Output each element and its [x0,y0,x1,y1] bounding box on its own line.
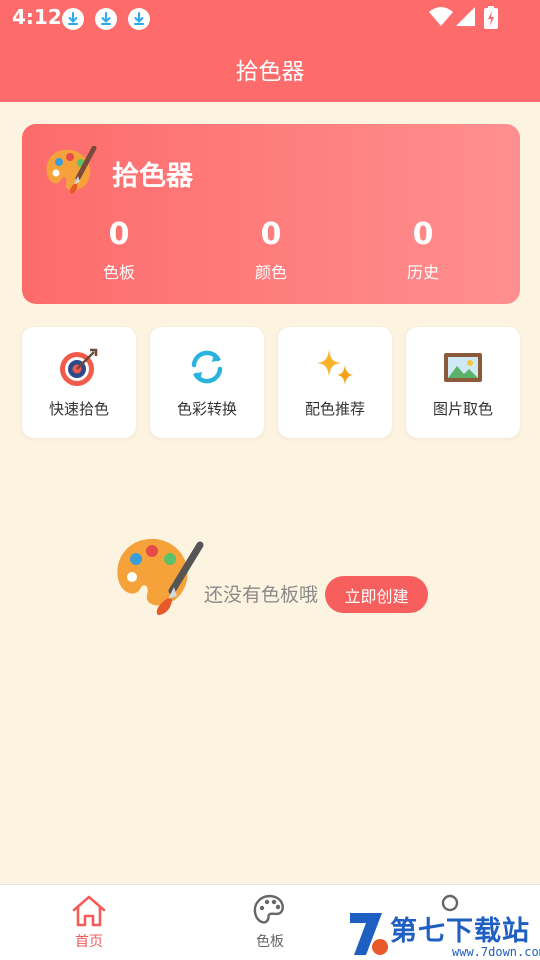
nav-palettes[interactable]: 色板 [225,893,315,951]
picture-icon [444,353,482,382]
palette-icon [117,538,204,615]
stat-value: 0 [412,217,434,252]
summary-card: 拾色器 0 色板 0 颜色 0 历史 [22,124,520,304]
nav-label: 色板 [256,934,284,950]
wifi-icon [429,7,453,26]
stat-label: 历史 [406,263,439,282]
watermark-text: 第七下载站 [390,916,530,947]
stat-label: 色板 [102,263,135,282]
stat-label: 颜色 [254,263,287,282]
tool-label: 图片取色 [432,400,493,418]
page-title: 拾色器 [235,59,305,85]
tool-quick-pick[interactable]: 快速拾色 [22,327,136,438]
stat-value: 0 [108,217,130,252]
tool-color-convert[interactable]: 色彩转换 [150,327,264,438]
nav-home[interactable]: 首页 [44,893,134,951]
stat-colors[interactable]: 0 颜色 [211,216,331,283]
home-icon [72,895,106,927]
watermark-logo-icon [350,913,388,955]
download-icon [62,8,84,30]
watermark-url: www.7down.com [452,945,540,959]
status-time: 4:12 [12,5,62,29]
tool-label: 配色推荐 [304,400,365,418]
signal-icon [456,7,475,26]
download-icon [95,8,117,30]
stat-history[interactable]: 0 历史 [363,216,483,283]
card-title: 拾色器 [112,161,193,192]
tool-label: 色彩转换 [176,400,237,418]
watermark: 第七下载站 www.7down.com [340,905,540,960]
tool-label: 快速拾色 [48,400,109,418]
status-bar: 4:12 [0,0,540,36]
empty-message: 还没有色板哦 [204,584,319,606]
tool-image-pick[interactable]: 图片取色 [406,327,520,438]
tool-color-scheme[interactable]: 配色推荐 [278,327,392,438]
stat-palettes[interactable]: 0 色板 [59,216,179,283]
target-icon [60,348,98,386]
refresh-icon [191,350,223,384]
palette-brush-icon [46,146,97,194]
stat-value: 0 [260,217,282,252]
palette-icon [253,894,284,924]
nav-label: 首页 [75,934,103,950]
download-icon [128,8,150,30]
create-now-button[interactable]: 立即创建 [325,576,428,613]
app-header: 4:12 拾色器 [0,0,540,102]
sparkle-icon [317,349,353,385]
battery-charging-icon [484,6,498,29]
